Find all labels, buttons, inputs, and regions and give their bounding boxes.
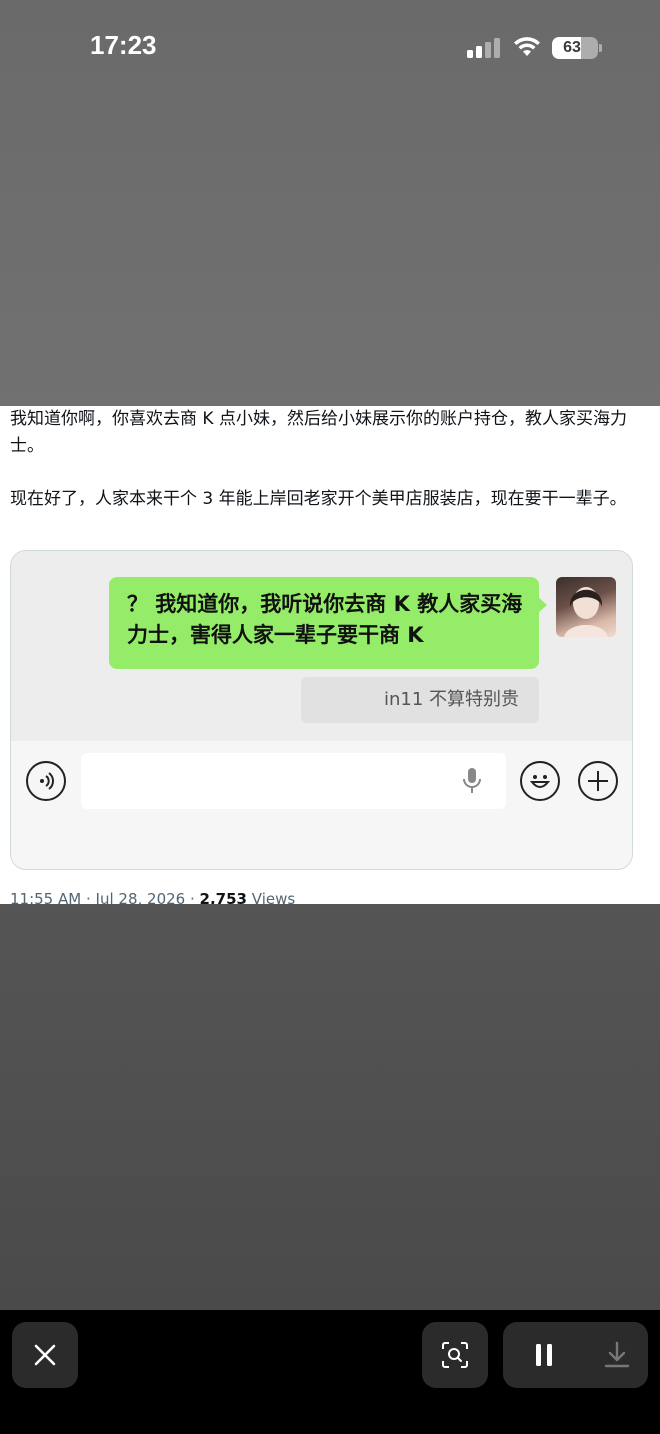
media-toolbar: [0, 1310, 660, 1434]
views-count: 2,753: [199, 890, 247, 904]
post-date: Jul 28, 2026: [95, 890, 186, 904]
emoji-icon: [520, 761, 560, 801]
views-label: Views: [251, 890, 296, 904]
meta-separator: ·: [189, 890, 200, 904]
post-paragraph-1: 我知道你啊，你喜欢去商 K 点小妹，然后给小妹展示你的账户持仓，教人家买海力士。: [10, 409, 627, 456]
post-content: 我知道你啊，你喜欢去商 K 点小妹，然后给小妹展示你的账户持仓，教人家买海力士。…: [0, 406, 660, 904]
post-meta: 11:55 AM · Jul 28, 2026 · 2,753 Views: [10, 890, 650, 904]
close-icon: [34, 1344, 56, 1366]
pause-button[interactable]: [503, 1322, 585, 1388]
dim-overlay-bottom: [0, 904, 660, 1310]
microphone-icon: [463, 768, 481, 793]
post-paragraph-2: 现在好了，人家本来干个 3 年能上岸回老家开个美甲店服装店，现在要干一辈子。: [10, 489, 627, 509]
status-time: 17:23: [90, 30, 157, 60]
post-text: 我知道你啊，你喜欢去商 K 点小妹，然后给小妹展示你的账户持仓，教人家买海力士。…: [10, 406, 640, 513]
chat-screenshot-image[interactable]: ？ 我知道你，我听说你去商 K 教人家买海力士，害得人家一辈子要干商 K in1…: [10, 550, 633, 870]
avatar-portrait-icon: [564, 587, 608, 637]
battery-cap: [599, 44, 602, 52]
chat-text-field: [81, 753, 506, 809]
chat-input-bar: [11, 741, 632, 869]
visual-lookup-icon: [442, 1342, 468, 1368]
visual-lookup-button[interactable]: [422, 1322, 488, 1388]
status-bar: 17:23 63: [0, 0, 660, 96]
meta-separator: ·: [85, 890, 96, 904]
post-time: 11:55 AM: [10, 890, 82, 904]
chat-area: ？ 我知道你，我听说你去商 K 教人家买海力士，害得人家一辈子要干商 K in1…: [11, 551, 632, 741]
playback-controls: [503, 1322, 648, 1388]
wifi-icon: [514, 37, 540, 56]
battery-percent: 63: [563, 39, 581, 56]
download-icon: [604, 1341, 629, 1368]
voice-input-icon: [26, 761, 66, 801]
close-button[interactable]: [12, 1322, 78, 1388]
avatar: [556, 577, 616, 637]
plus-icon: [578, 761, 618, 801]
download-button[interactable]: [585, 1322, 648, 1388]
battery-icon: 63: [552, 37, 598, 59]
pause-icon: [536, 1344, 552, 1366]
chat-message-bubble: ？ 我知道你，我听说你去商 K 教人家买海力士，害得人家一辈子要干商 K: [109, 577, 539, 669]
quoted-reply: in11 不算特别贵: [301, 677, 539, 723]
cellular-signal-icon: [467, 38, 500, 58]
bubble-tail: [538, 597, 547, 613]
